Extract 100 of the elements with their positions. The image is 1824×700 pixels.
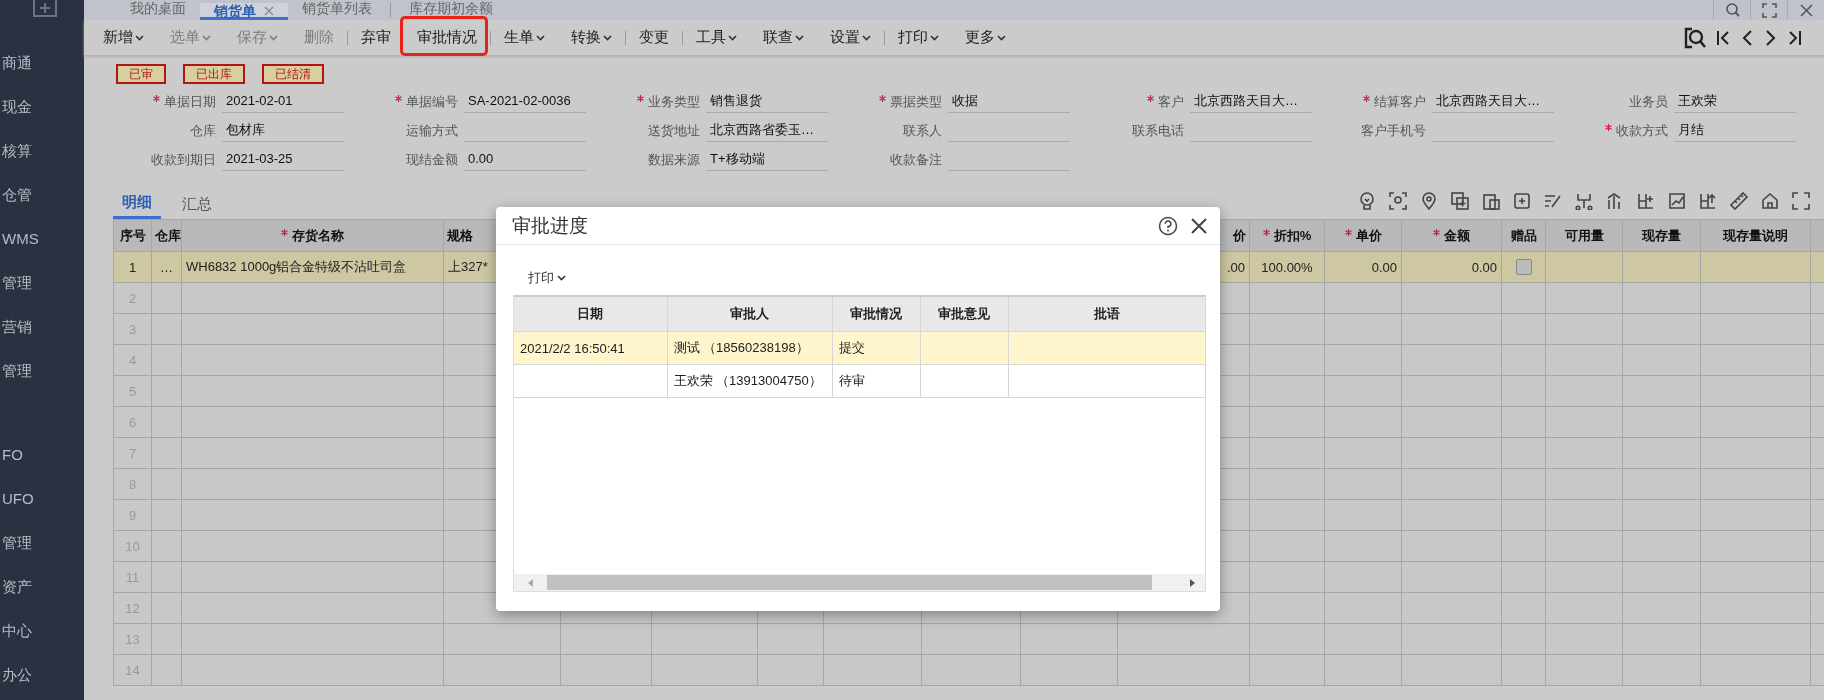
field-label: 送货地址 <box>647 121 700 140</box>
toolbar-button[interactable]: 联查 <box>750 23 817 52</box>
input-field[interactable]: SA-2021-02-0036 <box>464 90 586 113</box>
focus-frame-icon[interactable] <box>1389 191 1407 210</box>
field-label: 联系人 <box>902 121 942 140</box>
field-label: 业务员 <box>1628 92 1668 111</box>
chart-frame-icon[interactable] <box>1668 191 1686 210</box>
next-icon[interactable] <box>1764 28 1778 47</box>
first-page-icon[interactable] <box>1716 28 1730 47</box>
table-cell: … <box>160 259 173 275</box>
table-cell: 待审 <box>838 373 865 388</box>
lightbulb-icon[interactable] <box>1358 191 1376 210</box>
home-icon[interactable] <box>1761 191 1779 210</box>
column-header: 赠品 <box>1501 219 1546 252</box>
toolbar-button[interactable]: 更多 <box>952 23 1019 52</box>
sidebar-item[interactable]: 仓管 <box>0 172 84 216</box>
table-cell: 王欢荣 （13913004750） <box>673 373 822 388</box>
column-header: 现存量说明 <box>1700 219 1811 252</box>
help-icon[interactable] <box>1158 215 1178 236</box>
input-field[interactable]: 0.00 <box>464 148 586 171</box>
checkbox[interactable] <box>1515 259 1532 276</box>
field-label: 运输方式 <box>405 121 458 140</box>
preview-icon[interactable] <box>1684 26 1706 49</box>
sidebar-item[interactable]: WMS <box>0 216 84 260</box>
field-label: 收款到期日 <box>150 150 216 169</box>
sidebar-item[interactable]: 资产 <box>0 564 84 608</box>
field-label: 票据类型 <box>828 92 942 111</box>
last-page-icon[interactable] <box>1788 28 1802 47</box>
search-icon[interactable] <box>1724 2 1740 18</box>
status-stamp: 已结清 <box>262 64 324 84</box>
scroll-right-icon[interactable] <box>1190 578 1195 587</box>
row-number: 1 <box>128 259 137 275</box>
toolbar-button[interactable]: 打印 <box>885 23 952 52</box>
field-label: 数据来源 <box>647 150 700 169</box>
toolbar-button[interactable]: 转换 <box>558 23 625 52</box>
column-header: 审批情况 <box>832 297 920 332</box>
grid-arrow-icon[interactable] <box>1699 191 1717 210</box>
toolbar-button[interactable]: 审批情况 <box>404 23 490 52</box>
input-field[interactable]: 王欢荣 <box>1674 90 1796 113</box>
column-header: 现存量 <box>1622 219 1701 252</box>
status-stamp: 已审 <box>116 64 166 84</box>
toolbar-button[interactable]: 工具 <box>683 23 750 52</box>
tab[interactable]: 销货单 <box>200 3 288 20</box>
ruler-icon[interactable] <box>1730 191 1748 210</box>
column-header: 可用量 <box>1545 219 1623 252</box>
close-icon[interactable] <box>1190 216 1208 235</box>
toolbar-button[interactable]: 生单 <box>491 23 558 52</box>
close-icon[interactable] <box>1798 2 1814 18</box>
toolbar-button[interactable]: 变更 <box>626 23 682 52</box>
sidebar-item[interactable]: 商通 <box>0 40 84 84</box>
table-cell: 100.00% <box>1261 259 1313 275</box>
sidebar-item[interactable]: 营销 <box>0 304 84 348</box>
sidebar-item[interactable]: UFO <box>0 476 84 520</box>
table-row[interactable]: 2021/2/2 16:50:41 测试 （18560238198） 提交 <box>514 331 1205 365</box>
print-button[interactable]: 打印 <box>528 269 566 287</box>
connector-icon[interactable] <box>1575 191 1593 210</box>
sidebar-item[interactable]: 现金 <box>0 84 84 128</box>
sidebar-item[interactable]: 中心 <box>0 608 84 652</box>
toolbar-button[interactable]: 弃审 <box>348 23 404 52</box>
box-icon[interactable] <box>1513 191 1531 210</box>
field-label: 收款方式 <box>1554 121 1668 140</box>
field-label: 收款备注 <box>889 150 942 169</box>
tab[interactable]: 汇总 <box>173 193 221 219</box>
input-field[interactable]: 2021-03-25 <box>222 148 344 171</box>
add-square-icon[interactable] <box>32 0 58 20</box>
field-label: 单据编号 <box>344 92 458 111</box>
input-field[interactable]: 包材库 <box>222 119 344 142</box>
field-label: 业务类型 <box>586 92 700 111</box>
sidebar-item[interactable]: 办公 <box>0 652 84 696</box>
map-pin-icon[interactable] <box>1420 191 1438 210</box>
input-field[interactable]: 销售退货 <box>706 90 828 113</box>
table-cell: WH6832 1000g铝合金特级不沾吐司盒 <box>186 259 407 274</box>
input-field[interactable]: 北京西路天目大… <box>1190 90 1312 113</box>
input-field[interactable]: 北京西路天目大… <box>1432 90 1554 113</box>
scrollbar[interactable] <box>514 574 1205 591</box>
input-field[interactable]: 北京西路省委玉… <box>706 119 828 142</box>
sidebar-item[interactable]: 管理 <box>0 260 84 304</box>
sidebar-item[interactable]: 管理 <box>0 520 84 564</box>
column-header: 金额 <box>1401 219 1502 252</box>
table-row[interactable]: 王欢荣 （13913004750） 待审 <box>514 364 1205 398</box>
sidebar-item[interactable]: 管理 <box>0 348 84 392</box>
input-field[interactable]: T+移动端 <box>706 148 828 171</box>
square-plus-icon[interactable] <box>1451 191 1469 210</box>
grid-plus-icon[interactable] <box>1637 191 1655 210</box>
table-cell: .00 <box>1226 259 1245 275</box>
column-header: 序号 <box>113 219 152 252</box>
input-field[interactable]: 收据 <box>948 90 1070 113</box>
input-field[interactable]: 月结 <box>1674 119 1796 142</box>
column-header: 仓库 <box>151 219 182 252</box>
toolbar-button[interactable]: 设置 <box>817 23 884 52</box>
input-field[interactable]: 2021-02-01 <box>222 90 344 113</box>
table-cell: 0.00 <box>1371 259 1397 275</box>
sidebar-item[interactable]: 核算 <box>0 128 84 172</box>
previous-icon[interactable] <box>1740 28 1754 47</box>
field-label: 客户手机号 <box>1360 121 1426 140</box>
field-label: 现结金额 <box>405 150 458 169</box>
sidebar-item[interactable]: FO <box>0 432 84 476</box>
fullscreen-icon[interactable] <box>1761 2 1777 18</box>
fullscreen-icon[interactable] <box>1792 191 1810 210</box>
toolbar-button[interactable]: 新增 <box>90 23 157 52</box>
